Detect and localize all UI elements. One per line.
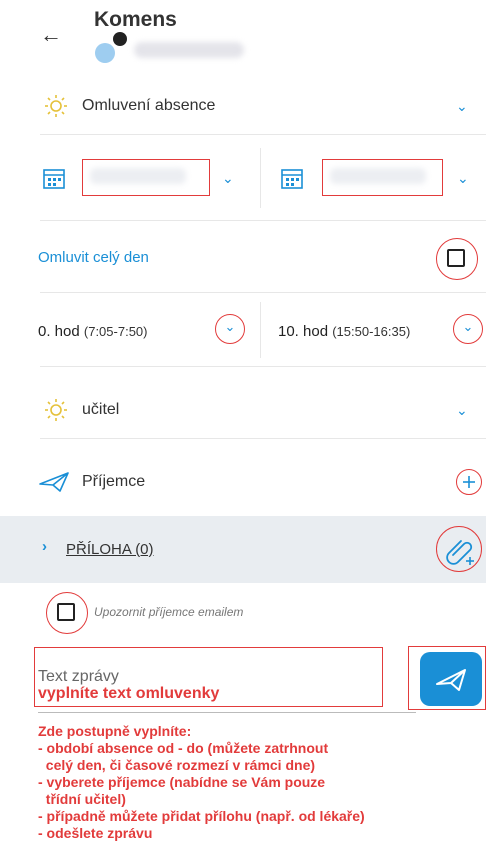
full-day-checkbox[interactable] bbox=[447, 249, 465, 267]
instructions: Zde postupně vyplníte: - období absence … bbox=[38, 723, 478, 842]
notify-label: Upozornit příjemce emailem bbox=[94, 605, 244, 619]
hour-from-chevron-icon[interactable]: ⌄ bbox=[215, 314, 245, 344]
page-title: Komens bbox=[94, 8, 177, 31]
message-hint: vyplníte text omluvenky bbox=[38, 685, 220, 702]
recipient-type-label[interactable]: učitel bbox=[82, 401, 119, 419]
status-icon bbox=[113, 32, 127, 46]
back-arrow-icon[interactable]: ← bbox=[40, 22, 62, 48]
full-day-label: Omluvit celý den bbox=[38, 249, 149, 266]
hour-to-chevron-icon[interactable]: ⌄ bbox=[453, 314, 483, 344]
hour-from[interactable]: 0. hod (7:05-7:50) bbox=[38, 323, 147, 340]
hour-to[interactable]: 10. hod (15:50-16:35) bbox=[278, 323, 410, 340]
chevron-down-icon[interactable]: ⌄ bbox=[222, 170, 234, 187]
instruction-line: třídní učitel) bbox=[38, 791, 126, 807]
sun-icon bbox=[44, 94, 68, 123]
instruction-line: - případně můžete přidat přílohu (např. … bbox=[38, 808, 365, 824]
send-button[interactable] bbox=[420, 652, 482, 706]
instruction-line: - období absence od - do (můžete zatrhno… bbox=[38, 740, 329, 756]
sun-icon bbox=[44, 398, 68, 427]
message-placeholder: Text zprávy bbox=[38, 668, 119, 685]
chevron-down-icon[interactable]: ⌄ bbox=[457, 170, 469, 187]
blurred-user-name bbox=[134, 42, 244, 58]
instruction-line: celý den, či časové rozmezí v rámci dne) bbox=[38, 757, 316, 773]
instruction-line: - vyberete příjemce (nabídne se Vám pouz… bbox=[38, 774, 326, 790]
attach-file-icon[interactable] bbox=[436, 526, 482, 572]
calendar-icon bbox=[280, 166, 304, 195]
calendar-icon bbox=[42, 166, 66, 195]
chevron-down-icon[interactable]: ⌄ bbox=[456, 402, 468, 419]
instruction-line: Zde postupně vyplníte: bbox=[38, 723, 192, 739]
recipients-label: Příjemce bbox=[82, 473, 146, 490]
absence-type-label[interactable]: Omluvení absence bbox=[82, 97, 215, 115]
add-recipient-icon[interactable] bbox=[456, 469, 482, 495]
notify-checkbox[interactable] bbox=[57, 603, 75, 621]
avatar bbox=[95, 43, 115, 63]
paper-plane-icon bbox=[38, 470, 70, 499]
attachment-label[interactable]: PŘÍLOHA (0) bbox=[66, 541, 154, 558]
instruction-line: - odešlete zprávu bbox=[38, 825, 153, 841]
expand-chevron-icon[interactable]: › bbox=[42, 538, 47, 555]
chevron-down-icon[interactable]: ⌄ bbox=[456, 98, 468, 115]
